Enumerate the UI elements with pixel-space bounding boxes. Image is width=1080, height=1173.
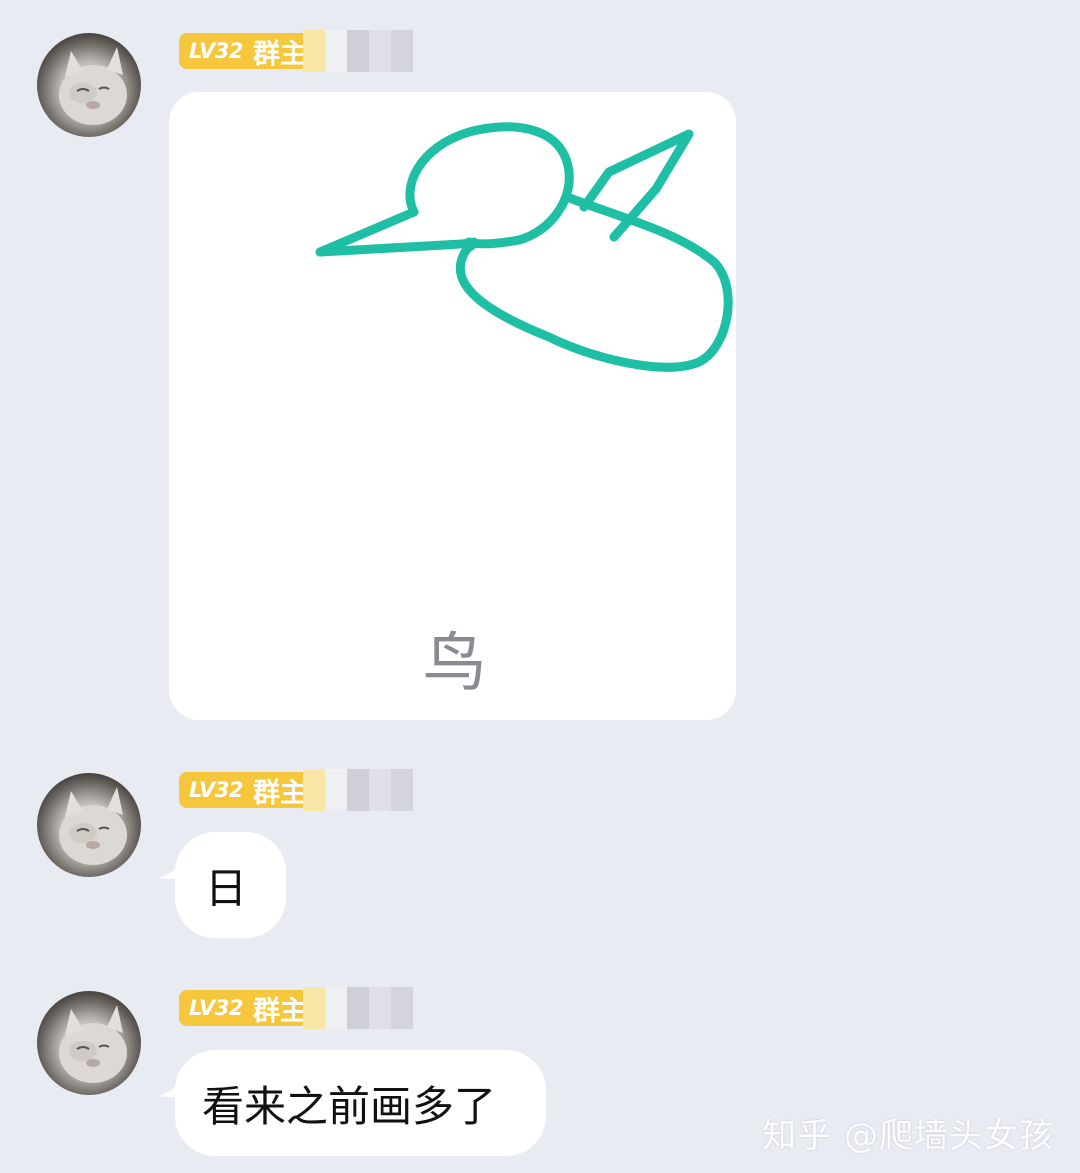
message-bubble[interactable]: 日: [175, 832, 286, 938]
level-badge: LV32 群主: [179, 772, 317, 809]
cat-avatar-icon: [59, 1005, 127, 1083]
message-bubble[interactable]: 看来之前画多了: [175, 1050, 546, 1156]
sender-name-row: LV32 群主: [179, 987, 413, 1029]
level-label: LV32: [189, 39, 243, 63]
bird-doodle-icon: [315, 122, 733, 372]
level-badge: LV32 群主: [179, 990, 317, 1027]
role-label: 群主: [252, 995, 307, 1027]
level-label: LV32: [189, 778, 243, 802]
sender-name-redacted: [302, 30, 413, 72]
sender-name-row: LV32 群主: [179, 769, 413, 811]
avatar[interactable]: [37, 33, 141, 137]
role-label: 群主: [252, 777, 307, 809]
sender-name-redacted: [302, 987, 413, 1029]
cat-avatar-icon: [59, 787, 127, 865]
sender-name-row: LV32 群主: [179, 30, 413, 72]
message-text-content: 看来之前画多了: [202, 1081, 497, 1131]
avatar[interactable]: [37, 773, 141, 877]
avatar[interactable]: [37, 991, 141, 1095]
cat-avatar-icon: [59, 47, 127, 125]
watermark: 知乎 @爬墙头女孩: [762, 1116, 1054, 1156]
drawing-caption: 鸟: [422, 627, 487, 701]
drawing-card[interactable]: 鸟: [169, 92, 736, 720]
level-label: LV32: [189, 996, 243, 1020]
level-badge: LV32 群主: [179, 33, 317, 70]
message-text-content: 日: [205, 863, 248, 913]
role-label: 群主: [252, 38, 307, 70]
sender-name-redacted: [302, 769, 413, 811]
